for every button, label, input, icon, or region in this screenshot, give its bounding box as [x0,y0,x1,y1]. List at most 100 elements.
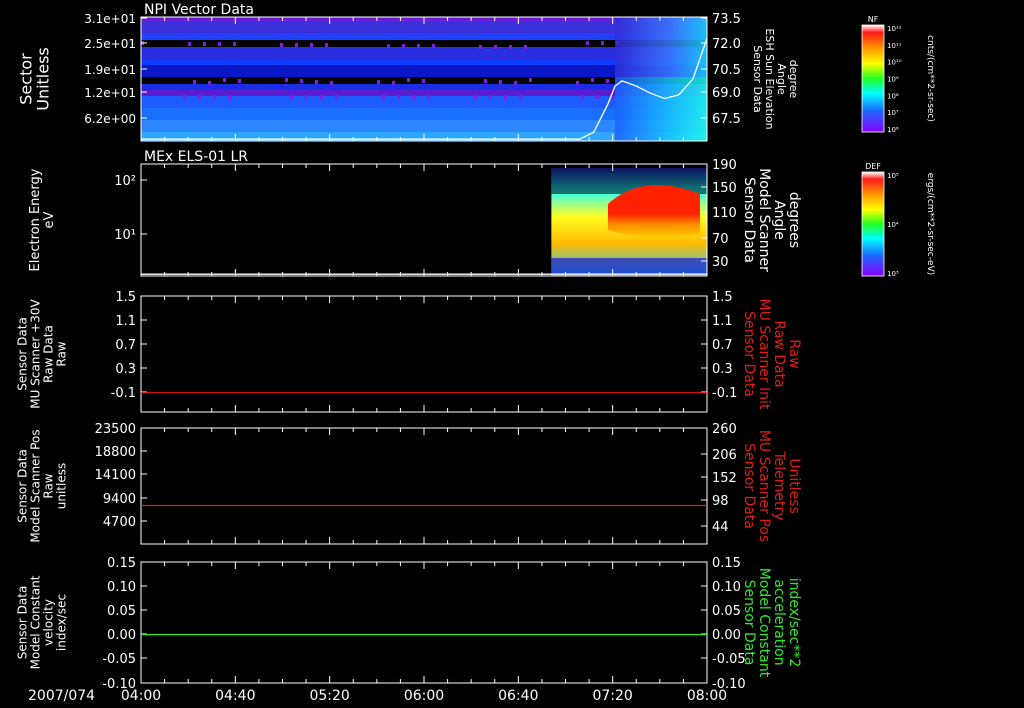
spectrogram-speck [223,78,226,82]
left-axis-label: Electron Energy [28,168,43,271]
colorbar-tick-label: 10¹⁰ [887,59,902,67]
colorbar-tick-label: 10⁷ [887,109,899,117]
right-axis-label: Raw [786,339,802,368]
spectrogram-speck [519,95,522,99]
right-tick-label: 0.10 [712,580,741,595]
right-axis-label: Model Constant [756,568,772,678]
time-tick-label: 05:20 [309,688,349,704]
spectrogram-speck [427,95,430,99]
right-tick-label: 30 [712,255,729,270]
time-tick-label: 06:40 [498,688,538,704]
colorbar-unit-label: cnts/(cm**2-sr-sec) [925,35,935,122]
right-tick-label: 110 [712,206,737,221]
right-axis-label: Raw Data [771,320,787,387]
right-tick-label: 69.0 [712,86,741,101]
right-axis-label: Angle [771,200,787,240]
right-tick-label: -0.10 [712,677,746,692]
spectrogram-speck [509,45,512,49]
spectrogram-speck [586,41,589,45]
left-tick-label: 1.9e+01 [84,63,136,77]
colorbar-tick-label: 10¹² [887,25,902,33]
left-tick-label: 23500 [95,422,136,437]
spectrogram-speck [315,80,318,84]
spectrogram-speck [280,43,283,47]
spectrogram-speck [213,95,216,99]
right-tick-label: 0.05 [712,604,741,619]
left-axis-label: Model Scanner Pos [29,429,43,542]
spectrogram-speck [310,43,313,47]
right-tick-label: 152 [712,471,737,486]
right-axis-label: Angle [775,63,788,95]
spectrogram-speck [295,43,298,47]
spectrogram-speck [494,45,497,49]
left-tick-label: 0.00 [107,628,136,643]
left-tick-label: 1.1 [115,314,136,329]
spectrogram-speck [489,95,492,99]
spectrogram-speck [524,45,527,49]
panel-title: NPI Vector Data [144,2,254,18]
right-axis-label: degree [787,60,800,99]
panel-2: MEx ELS-01 LR 10² 10¹ 190 150 110 70 30 Electron… [28,149,935,278]
right-tick-label: 72.0 [712,37,741,52]
left-axis-label: unitless [55,463,69,509]
spectrogram-speck [387,44,390,48]
spectrogram-speck [412,95,415,99]
left-tick-label: 10¹ [114,228,136,243]
colorbar-title: NF [868,15,879,24]
colorbar-tick-label: 10¹¹ [887,42,902,50]
right-axis-label: Sensor Data [741,177,757,263]
spectrogram-speck [300,79,303,83]
right-axis-label: Unitless [786,458,802,514]
spectrogram-speck [193,80,196,84]
multi-panel-plot: 2007/074 04:00 04:40 05:20 06:00 06:40 07:20 08… [16,2,936,704]
spectrogram-speck [325,43,328,47]
spectrogram-speck [285,78,288,82]
right-tick-label: 70.5 [712,63,741,78]
left-tick-label: 2.5e+01 [84,37,136,51]
left-tick-label: 4700 [103,515,136,530]
right-tick-label: 1.1 [712,314,733,329]
spectrogram-speck [606,79,609,83]
panel-5: 0.15 0.10 0.05 0.00 -0.05 -0.10 0.15 0.10 0.05 0.… [16,556,803,692]
left-axis-label: Model Constant [29,575,43,669]
colorbar-tick-label: 10⁵ [887,172,899,180]
left-tick-label: 0.10 [107,580,136,595]
spectrogram-speck [479,45,482,49]
colorbar-tick-label: 10⁶ [887,126,899,134]
spectrogram-speck [188,42,191,46]
spectrogram-speck [233,42,236,46]
left-axis-label: Raw Data [42,325,56,383]
left-tick-label: 0.05 [107,604,136,619]
spectrogram-speck [601,41,604,45]
right-axis-label: ESH Sun Elevation [763,28,776,129]
spectrogram-speck [305,95,308,99]
left-tick-label: 6.2e+00 [84,112,136,126]
right-tick-label: 0.00 [712,628,741,643]
spectrogram-speck [320,95,323,99]
left-axis-label: MU Scanner +30V [29,299,43,409]
left-tick-label: 10² [114,174,136,189]
spectrogram-speck [407,78,410,82]
left-tick-label: 9400 [103,492,136,507]
panel-3: 1.5 1.1 0.7 0.3 -0.1 1.5 1.1 0.7 0.3 -0.1 Sensor D… [16,290,802,413]
date-label: 2007/074 [28,688,95,704]
spectrogram-speck [402,44,405,48]
right-tick-label: 0.15 [712,556,741,571]
spectrogram-speck [377,80,380,84]
right-tick-label: 1.5 [712,290,733,305]
right-axis-label: Sensor Data [751,45,764,112]
panel-4: 23500 18800 14100 9400 4700 260 206 152 98 44 Sens… [16,422,802,545]
spectrogram-speck [203,42,206,46]
spectrogram-speck [183,95,186,99]
right-tick-label: 206 [712,448,737,463]
right-axis-label: Sensor Data [741,580,757,666]
left-tick-label: 3.1e+01 [84,12,136,26]
right-tick-label: 67.5 [712,112,741,127]
right-tick-label: 70 [712,232,729,247]
left-tick-label: 0.15 [107,556,136,571]
colorbar-tick-label: 10⁴ [887,221,899,229]
left-tick-label: -0.10 [102,677,136,692]
panel-frame [140,295,708,413]
right-axis-label: Model Scanner [756,168,772,272]
right-tick-label: 150 [712,181,737,196]
